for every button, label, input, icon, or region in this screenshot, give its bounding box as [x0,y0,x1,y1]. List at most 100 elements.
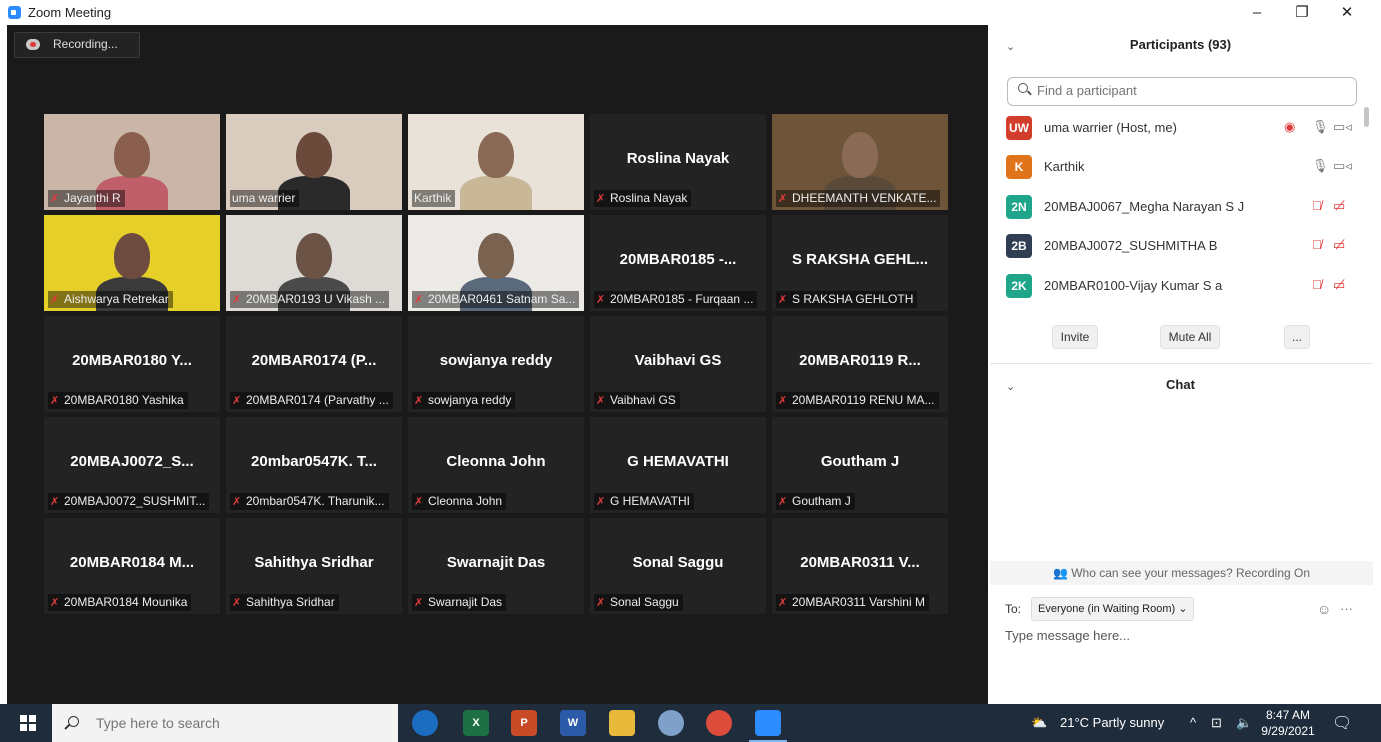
recording-label: Recording... [53,37,118,51]
participant-display-name: 20MBAR0119 R... [799,352,921,369]
close-button[interactable]: ✕ [1327,2,1367,24]
participant-label-text: Jayanthi R [64,191,121,205]
participant-display-name: Cleonna John [446,453,546,470]
participant-label: ✗ 20MBAR0185 - Furqaan ... [594,291,758,308]
chat-message-input[interactable]: Type message here... [1005,628,1130,643]
video-tile[interactable]: ✗ 20MBAR0461 Satnam Sa... [408,215,584,311]
chat-recipient-select[interactable]: Everyone (in Waiting Room) ⌄ [1031,597,1195,621]
weather-text[interactable]: 21°C Partly sunny [1060,715,1164,730]
muted-mic-icon: ✗ [778,496,788,508]
file-explorer-icon[interactable] [609,710,635,736]
participant-name: uma warrier (Host, me) [1044,120,1177,135]
muted-mic-icon: ✗ [596,294,606,306]
participant-row[interactable]: K Karthik 🎙 ▭◃ [1006,153,1361,181]
video-tile[interactable]: 20MBAR0311 V... ✗ 20MBAR0311 Varshini M [772,518,948,614]
more-options-button[interactable]: ... [1284,325,1310,349]
video-tile[interactable]: 20MBAJ0072_S... ✗ 20MBAJ0072_SUSHMIT... [44,417,220,513]
participant-display-name: 20MBAR0311 V... [800,554,920,571]
mute-all-button[interactable]: Mute All [1160,325,1220,349]
participant-label: Karthik [412,190,456,207]
emoji-icon[interactable]: ☺ [1317,601,1331,617]
participant-row[interactable]: 2B 20MBAJ0072_SUSHMITHA B 🎙̸ ▭̸ [1006,232,1361,260]
video-tile[interactable]: Vaibhavi GS ✗ Vaibhavi GS [590,316,766,412]
participant-display-name: Swarnajit Das [446,554,546,571]
muted-mic-icon: ✗ [778,294,788,306]
video-tile[interactable]: 20MBAR0119 R... ✗ 20MBAR0119 RENU MA... [772,316,948,412]
invite-button[interactable]: Invite [1052,325,1098,349]
chat-more-icon[interactable]: ··· [1340,601,1353,616]
video-tile[interactable]: 20MBAR0174 (P... ✗ 20MBAR0174 (Parvathy ..… [226,316,402,412]
avatar: 2B [1006,234,1032,258]
video-tile[interactable]: Sahithya Sridhar ✗ Sahithya Sridhar [226,518,402,614]
people-icon: 👥 [1052,566,1072,580]
participant-label-text: DHEEMANTH VENKATE... [792,191,937,205]
muted-mic-icon: ✗ [596,395,606,407]
powerpoint-icon[interactable]: P [511,710,537,736]
taskbar-clock[interactable]: 8:47 AM 9/29/2021 [1258,707,1318,739]
muted-mic-icon: ✗ [50,294,60,306]
word-icon[interactable]: W [560,710,586,736]
notifications-icon[interactable]: 🗨 [1332,713,1352,733]
video-tile[interactable]: Cleonna John ✗ Cleonna John [408,417,584,513]
search-icon [1018,83,1028,93]
muted-mic-icon: ✗ [778,597,788,609]
app-icon[interactable] [658,710,684,736]
participant-label-text: 20MBAR0311 Varshini M [792,595,925,609]
participant-search-input[interactable] [1035,82,1339,99]
video-tile[interactable]: Karthik [408,114,584,210]
recording-indicator[interactable]: Recording... [14,32,140,58]
video-tile[interactable]: 20mbar0547K. T... ✗ 20mbar0547K. Tharunik.… [226,417,402,513]
muted-mic-icon: ✗ [414,597,424,609]
clock-time: 8:47 AM [1265,708,1311,722]
participant-row[interactable]: 2K 20MBAR0100-Vijay Kumar S a 🎙̸ ▭̸ [1006,272,1361,300]
zoom-logo-icon [8,6,21,19]
chat-visibility-notice[interactable]: 👥 Who can see your messages? Recording O… [990,561,1373,585]
network-icon[interactable]: ⊡ [1211,715,1222,731]
muted-mic-icon: ✗ [414,395,424,407]
participant-label: ✗ Roslina Nayak [594,190,692,207]
participant-display-name: Vaibhavi GS [634,352,722,369]
video-tile[interactable]: sowjanya reddy ✗ sowjanya reddy [408,316,584,412]
video-tile[interactable]: Sonal Saggu ✗ Sonal Saggu [590,518,766,614]
window-title: Zoom Meeting [28,5,112,20]
participant-row[interactable]: UW uma warrier (Host, me) ◉ 🎙 ▭◃ [1006,114,1361,142]
weather-icon[interactable]: ⛅ [1031,715,1047,731]
taskbar-search-input[interactable] [94,714,378,732]
participant-row[interactable]: 2N 20MBAJ0067_Megha Narayan S J 🎙̸ ▭̸ [1006,193,1361,221]
participant-label-text: Sonal Saggu [610,595,679,609]
participant-label: ✗ 20MBAR0174 (Parvathy ... [230,392,393,409]
video-tile[interactable]: 20MBAR0184 M... ✗ 20MBAR0184 Mounika [44,518,220,614]
video-tile[interactable]: 20MBAR0180 Y... ✗ 20MBAR0180 Yashika [44,316,220,412]
video-tile[interactable]: ✗ 20MBAR0193 U Vikash ... [226,215,402,311]
microphone-muted-icon: 🎙̸ [1312,277,1322,292]
video-tile[interactable]: ✗ Jayanthi R [44,114,220,210]
participants-scrollbar[interactable] [1364,107,1369,127]
excel-icon[interactable]: X [463,710,489,736]
video-tile[interactable]: Roslina Nayak ✗ Roslina Nayak [590,114,766,210]
muted-mic-icon: ✗ [778,395,788,407]
taskbar-search[interactable] [52,704,398,742]
clock-date: 9/29/2021 [1261,724,1315,738]
participants-title: Participants (93) [1129,37,1232,52]
participant-display-name: 20MBAR0185 -... [619,251,737,268]
video-tile[interactable]: 20MBAR0185 -... ✗ 20MBAR0185 - Furqaan ... [590,215,766,311]
minimize-button[interactable]: – [1237,2,1277,24]
participant-label-text: Swarnajit Das [428,595,503,609]
video-tile[interactable]: G HEMAVATHI ✗ G HEMAVATHI [590,417,766,513]
video-tile[interactable]: uma warrier [226,114,402,210]
video-tile[interactable]: ✗ Aishwarya Retrekar [44,215,220,311]
video-tile[interactable]: Goutham J ✗ Goutham J [772,417,948,513]
windows-start-icon[interactable] [20,715,36,731]
video-tile[interactable]: Swarnajit Das ✗ Swarnajit Das [408,518,584,614]
volume-icon[interactable]: 🔈 [1236,715,1252,731]
zoom-taskbar-icon[interactable] [749,710,787,742]
muted-mic-icon: ✗ [232,597,242,609]
video-tile[interactable]: S RAKSHA GEHL... ✗ S RAKSHA GEHLOTH [772,215,948,311]
video-tile[interactable]: ✗ DHEEMANTH VENKATE... [772,114,948,210]
tray-chevron-icon[interactable]: ^ [1190,715,1196,730]
side-panel: ⌄ Participants (93) UW uma warrier (Host… [988,25,1381,704]
edge-icon[interactable] [412,710,438,736]
participant-search[interactable] [1007,77,1357,106]
restore-button[interactable]: ❐ [1282,2,1322,24]
chrome-icon[interactable] [706,710,732,736]
